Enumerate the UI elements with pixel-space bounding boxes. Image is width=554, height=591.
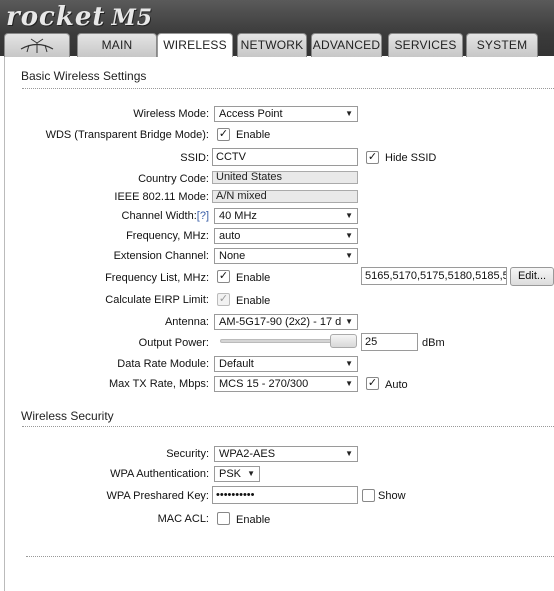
dropdown-arrow-icon: ▼	[345, 251, 353, 260]
output-power-unit: dBm	[422, 337, 445, 349]
section-divider	[22, 88, 554, 89]
header-bar: rocket M5 MAIN WIRELESS NETWORK ADVANCED …	[0, 0, 554, 58]
frequency-label: Frequency, MHz:	[126, 230, 209, 242]
wireless-mode-label: Wireless Mode:	[133, 108, 209, 120]
wds-checkbox[interactable]: ✓	[217, 128, 230, 141]
wpa-preshared-key-input[interactable]: ••••••••••	[212, 486, 358, 504]
data-rate-select[interactable]: Default ▼	[214, 356, 358, 372]
dropdown-arrow-icon: ▼	[345, 231, 353, 240]
dropdown-arrow-icon: ▼	[345, 109, 353, 118]
tab-ubiquiti-logo[interactable]	[4, 33, 70, 57]
tab-advanced[interactable]: ADVANCED	[311, 33, 382, 57]
ubiquiti-logo-icon	[20, 38, 54, 53]
eirp-limit-label: Calculate EIRP Limit:	[105, 294, 209, 306]
show-key-label: Show	[378, 490, 406, 502]
antenna-select[interactable]: AM-5G17-90 (2x2) - 17 d ▼	[214, 314, 358, 330]
frequency-list-input[interactable]: 5165,5170,5175,5180,5185,5	[361, 267, 507, 285]
eirp-limit-checkbox[interactable]: ✓	[217, 293, 230, 306]
security-label: Security:	[166, 448, 209, 460]
output-power-label: Output Power:	[138, 337, 209, 349]
tab-services[interactable]: SERVICES	[388, 33, 463, 57]
model-label: M5	[111, 5, 154, 31]
product-logo: rocket M5	[6, 2, 154, 32]
mac-acl-enable-label: Enable	[236, 514, 271, 526]
max-tx-rate-select[interactable]: MCS 15 - 270/300 ▼	[214, 376, 358, 392]
tab-main[interactable]: MAIN	[77, 33, 157, 57]
ieee-mode-field: A/N mixed	[212, 190, 358, 203]
frequency-select[interactable]: auto ▼	[214, 228, 358, 244]
channel-width-select[interactable]: 40 MHz ▼	[214, 208, 358, 224]
tab-wireless[interactable]: WIRELESS	[157, 33, 233, 58]
mac-acl-label: MAC ACL:	[157, 513, 209, 525]
hide-ssid-label: Hide SSID	[385, 152, 437, 164]
mac-acl-checkbox[interactable]	[217, 512, 230, 525]
wds-label: WDS (Transparent Bridge Mode):	[45, 129, 209, 141]
ssid-label: SSID:	[180, 152, 209, 164]
ieee-mode-label: IEEE 802.11 Mode:	[114, 191, 209, 203]
output-power-slider-handle[interactable]	[330, 334, 357, 348]
max-tx-rate-label: Max TX Rate, Mbps:	[108, 378, 209, 390]
dropdown-arrow-icon: ▼	[345, 359, 353, 368]
show-key-checkbox[interactable]	[362, 489, 375, 502]
frequency-list-enable-label: Enable	[236, 272, 271, 284]
wireless-security-title: Wireless Security	[21, 409, 114, 423]
max-tx-auto-label: Auto	[385, 379, 408, 391]
basic-wireless-title: Basic Wireless Settings	[21, 69, 147, 83]
dropdown-arrow-icon: ▼	[345, 211, 353, 220]
dropdown-arrow-icon: ▼	[247, 469, 255, 478]
eirp-enable-label: Enable	[236, 295, 271, 307]
frequency-list-checkbox[interactable]: ✓	[217, 270, 230, 283]
wpa-authentication-select[interactable]: PSK ▼	[214, 466, 260, 482]
country-code-field: United States	[212, 171, 358, 184]
data-rate-label: Data Rate Module:	[117, 358, 209, 370]
wpa-authentication-label: WPA Authentication:	[110, 468, 209, 480]
dropdown-arrow-icon: ▼	[345, 449, 353, 458]
section-divider	[22, 426, 554, 427]
wpa-preshared-key-label: WPA Preshared Key:	[106, 490, 209, 502]
wireless-mode-select[interactable]: Access Point ▼	[214, 106, 358, 122]
frequency-list-label: Frequency List, MHz:	[105, 272, 209, 284]
hide-ssid-checkbox[interactable]: ✓	[366, 151, 379, 164]
section-divider	[26, 556, 554, 557]
ssid-input[interactable]: CCTV	[212, 148, 358, 166]
tab-system[interactable]: SYSTEM	[466, 33, 538, 57]
channel-width-label: Channel Width:[?]	[121, 210, 209, 222]
dropdown-arrow-icon: ▼	[345, 379, 353, 388]
output-power-input[interactable]: 25	[361, 333, 418, 351]
max-tx-auto-checkbox[interactable]: ✓	[366, 377, 379, 390]
wds-enable-label: Enable	[236, 129, 271, 141]
country-code-label: Country Code:	[138, 173, 209, 185]
extension-channel-label: Extension Channel:	[113, 250, 209, 262]
security-select[interactable]: WPA2-AES ▼	[214, 446, 358, 462]
help-link[interactable]: [?]	[197, 210, 209, 222]
dropdown-arrow-icon: ▼	[345, 317, 353, 326]
edit-button[interactable]: Edit...	[510, 267, 554, 286]
antenna-label: Antenna:	[164, 316, 209, 328]
extension-channel-select[interactable]: None ▼	[214, 248, 358, 264]
tab-network[interactable]: NETWORK	[237, 33, 307, 57]
